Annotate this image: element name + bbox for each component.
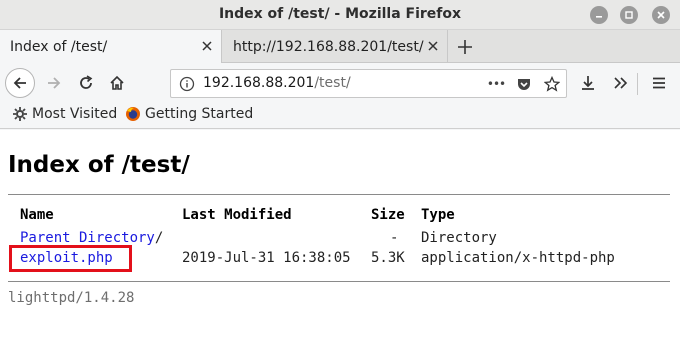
url-text[interactable]: 192.168.88.201/test/ xyxy=(203,75,351,91)
hamburger-menu-button[interactable] xyxy=(645,69,673,97)
bookmark-label: Most Visited xyxy=(32,106,118,122)
close-window-button[interactable] xyxy=(652,6,670,24)
parent-directory-link[interactable]: Parent Directory xyxy=(20,230,155,246)
home-button[interactable] xyxy=(103,69,131,97)
maximize-button[interactable] xyxy=(620,6,638,24)
tab-url[interactable]: http://192.168.88.201/test/ xyxy=(223,30,448,63)
url-host: 192.168.88.201 xyxy=(203,75,315,91)
download-icon xyxy=(582,76,594,90)
close-tab-button[interactable] xyxy=(427,40,439,52)
tab-label: Index of /test/ xyxy=(10,38,108,55)
firefox-icon xyxy=(125,106,141,122)
home-icon xyxy=(110,75,124,90)
tab-label: http://192.168.88.201/test/ xyxy=(233,38,424,55)
name-suffix: / xyxy=(154,230,164,246)
bookmark-star-button[interactable] xyxy=(543,76,561,92)
window-title: Index of /test/ - Mozilla Firefox xyxy=(218,6,462,22)
new-tab-button[interactable] xyxy=(456,38,474,56)
site-info-icon[interactable] xyxy=(179,76,195,92)
type-cell: application/x-httpd-php xyxy=(421,250,615,266)
back-button[interactable] xyxy=(5,68,35,98)
page-actions-button[interactable]: ••• xyxy=(487,76,506,92)
toolbar-divider xyxy=(637,73,638,95)
bookmark-getting-started[interactable]: Getting Started xyxy=(125,106,253,122)
close-icon xyxy=(202,41,212,51)
plus-icon xyxy=(458,40,472,54)
forward-arrow-icon xyxy=(48,77,61,89)
overflow-menu-button[interactable] xyxy=(606,69,634,97)
type-cell: Directory xyxy=(421,230,497,246)
pocket-button[interactable] xyxy=(515,76,533,92)
minimize-button[interactable] xyxy=(590,6,608,24)
size-cell: 5.3K xyxy=(371,250,405,266)
bookmarks-toolbar: Most Visited Getting Started xyxy=(0,102,680,129)
page-content: Index of /test/ Name Last Modified Size … xyxy=(0,130,680,361)
page-heading: Index of /test/ xyxy=(8,152,190,178)
navigation-toolbar: 192.168.88.201/test/ ••• xyxy=(0,64,680,102)
size-cell: - xyxy=(390,230,399,246)
back-arrow-icon xyxy=(13,77,26,89)
reload-icon xyxy=(80,75,93,89)
close-icon xyxy=(428,41,438,51)
downloads-button[interactable] xyxy=(574,69,602,97)
divider xyxy=(8,281,670,282)
highlight-box xyxy=(9,245,132,272)
forward-button[interactable] xyxy=(40,69,68,97)
double-chevron-right-icon xyxy=(614,77,628,89)
minimize-icon xyxy=(596,16,602,18)
hamburger-icon xyxy=(653,77,665,89)
reload-button[interactable] xyxy=(72,69,100,97)
close-tab-button[interactable] xyxy=(201,40,213,52)
gear-icon xyxy=(12,106,28,122)
url-bar[interactable]: 192.168.88.201/test/ ••• xyxy=(170,69,567,98)
close-icon xyxy=(657,11,665,19)
pocket-icon xyxy=(518,79,530,90)
table-row: Parent Directory/ xyxy=(20,230,163,246)
tab-index-of-test[interactable]: Index of /test/ xyxy=(0,30,222,63)
url-path: /test/ xyxy=(314,75,351,91)
last-modified-cell: 2019-Jul-31 16:38:05 xyxy=(182,250,351,266)
bookmark-label: Getting Started xyxy=(145,106,254,122)
maximize-icon xyxy=(625,11,633,19)
column-header-size[interactable]: Size xyxy=(371,207,405,223)
server-footer: lighttpd/1.4.28 xyxy=(8,290,135,306)
column-header-type[interactable]: Type xyxy=(421,207,455,223)
column-header-last-modified[interactable]: Last Modified xyxy=(182,207,292,223)
star-icon xyxy=(544,76,560,92)
window-titlebar: Index of /test/ - Mozilla Firefox xyxy=(0,0,680,30)
divider xyxy=(8,194,670,195)
column-header-name[interactable]: Name xyxy=(20,207,54,223)
bookmark-most-visited[interactable]: Most Visited xyxy=(12,106,117,122)
tab-strip: Index of /test/ http://192.168.88.201/te… xyxy=(0,30,680,63)
